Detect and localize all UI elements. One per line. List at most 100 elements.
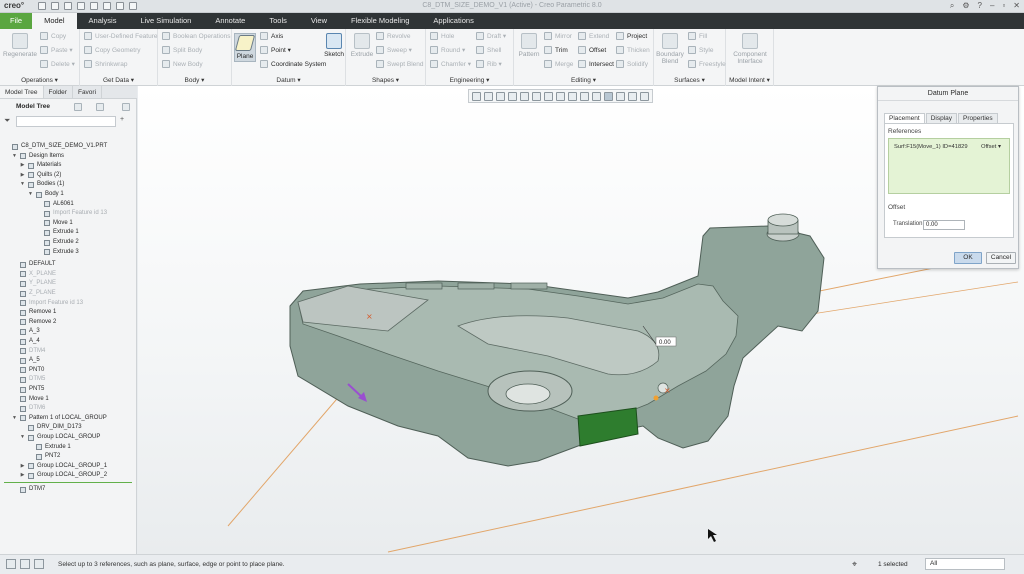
tab-folder[interactable]: Folder <box>44 86 73 98</box>
close-icon[interactable]: ✕ <box>1013 1 1020 11</box>
hole-button[interactable]: Hole <box>430 32 454 40</box>
tab-placement[interactable]: Placement <box>884 113 925 123</box>
settings-icon[interactable]: ⚙ <box>962 1 969 11</box>
center-hole[interactable] <box>505 383 551 405</box>
tree-node[interactable]: Z_PLANE <box>12 289 56 298</box>
ok-button[interactable]: OK <box>954 252 982 264</box>
project-button[interactable]: Project <box>616 32 647 40</box>
tree-node[interactable]: C8_DTM_SIZE_DEMO_V1.PRT <box>4 142 107 151</box>
tree-settings-icon[interactable] <box>74 103 82 111</box>
reference-item[interactable]: Surf:F15(Move_1) ID=41829 <box>894 144 968 150</box>
binoculars-icon[interactable]: ⌖ <box>852 559 857 570</box>
sketch-button[interactable]: Sketch <box>324 33 344 58</box>
reference-type-dropdown[interactable]: Offset ▾ <box>981 144 1001 150</box>
plane-button[interactable]: Plane <box>234 33 256 62</box>
tab-display[interactable]: Display <box>925 113 958 123</box>
draft-button[interactable]: Draft ▾ <box>476 32 506 40</box>
tab-applications[interactable]: Applications <box>421 13 485 29</box>
tree-node[interactable]: ▶ Quilts (2) <box>20 171 61 180</box>
tab-model[interactable]: Model <box>32 13 77 29</box>
tree-node[interactable]: DTM5 <box>12 375 45 384</box>
tree-node[interactable]: DTM4 <box>12 347 45 356</box>
split-body-button[interactable]: Split Body <box>162 46 202 54</box>
tree-node[interactable]: ▼ Design Items <box>12 152 64 161</box>
tree-search-input[interactable] <box>16 116 116 127</box>
engineering-group-label[interactable]: Engineering ▾ <box>426 76 513 84</box>
tree-node[interactable]: A_3 <box>12 327 40 336</box>
tab-tools[interactable]: Tools <box>257 13 299 29</box>
tree-node[interactable]: Extrude 1 <box>36 228 79 237</box>
tree-node[interactable]: Remove 2 <box>12 318 56 327</box>
tree-node[interactable]: AL6061 <box>36 200 74 209</box>
cancel-button[interactable]: Cancel <box>986 252 1016 264</box>
expand-toggle-icon[interactable]: ▼ <box>20 433 25 442</box>
tab-favorites[interactable]: Favori <box>73 86 103 98</box>
swept-blend-button[interactable]: Swept Blend <box>376 60 424 68</box>
expand-toggle-icon[interactable]: ▼ <box>28 190 33 199</box>
windows-icon[interactable] <box>116 2 124 10</box>
tree-node[interactable]: PNT0 <box>12 366 44 375</box>
tree-node[interactable]: ▼ Pattern 1 of LOCAL_GROUP <box>12 414 107 423</box>
tree-node[interactable]: DTM6 <box>12 404 45 413</box>
tree-node[interactable]: ▼ Group LOCAL_GROUP <box>20 433 100 442</box>
tree-node[interactable]: A_4 <box>12 337 40 346</box>
tree-node[interactable]: ▶ Group LOCAL_GROUP_1 <box>20 462 107 471</box>
tab-live-simulation[interactable]: Live Simulation <box>128 13 203 29</box>
add-filter-icon[interactable]: + <box>120 116 124 123</box>
tree-node[interactable]: Extrude 1 <box>28 443 71 452</box>
tree-node[interactable]: ▶ Materials <box>20 161 61 170</box>
slot-3[interactable] <box>510 282 548 290</box>
trim-button[interactable]: Trim <box>544 46 568 54</box>
delete-button[interactable]: Delete ▾ <box>40 60 75 68</box>
fill-button[interactable]: Fill <box>688 32 707 40</box>
open-icon[interactable] <box>51 2 59 10</box>
revolve-button[interactable]: Revolve <box>376 32 410 40</box>
tree-node[interactable]: Move 1 <box>36 219 73 228</box>
close-window-icon[interactable] <box>129 2 137 10</box>
tree-show-icon[interactable] <box>96 103 104 111</box>
new-icon[interactable] <box>38 2 46 10</box>
search-icon[interactable]: ⌕ <box>950 1 954 11</box>
tree-node[interactable]: Import Feature id 13 <box>36 209 107 218</box>
solidify-button[interactable]: Solidify <box>616 60 648 68</box>
expand-toggle-icon[interactable]: ▼ <box>12 414 17 423</box>
tree-node[interactable]: Extrude 3 <box>36 248 79 257</box>
extend-button[interactable]: Extend <box>578 32 609 40</box>
shapes-group-label[interactable]: Shapes ▾ <box>346 76 425 84</box>
shell-button[interactable]: Shell <box>476 46 501 54</box>
tree-node[interactable]: Y_PLANE <box>12 279 56 288</box>
regenerate-button[interactable]: Regenerate <box>3 33 37 58</box>
references-collector[interactable]: Surf:F15(Move_1) ID=41829 Offset ▾ <box>888 138 1010 194</box>
merge-button[interactable]: Merge <box>544 60 573 68</box>
regenerate-icon[interactable] <box>103 2 111 10</box>
editing-group-label[interactable]: Editing ▾ <box>514 76 653 84</box>
axis-button[interactable]: Axis <box>260 32 283 40</box>
coordinate-system-button[interactable]: Coordinate System <box>260 60 326 68</box>
maximize-icon[interactable]: ▫ <box>1002 1 1005 11</box>
help-icon[interactable]: ? <box>978 1 982 11</box>
show-navigator-icon[interactable] <box>6 559 16 569</box>
tab-model-tree[interactable]: Model Tree <box>0 86 44 98</box>
tree-node[interactable]: Extrude 2 <box>36 238 79 247</box>
new-body-button[interactable]: New Body <box>162 60 203 68</box>
slot-1[interactable] <box>405 282 443 290</box>
surfaces-group-label[interactable]: Surfaces ▾ <box>654 76 725 84</box>
get-data-group-label[interactable]: Get Data ▾ <box>80 76 157 84</box>
mirror-button[interactable]: Mirror <box>544 32 572 40</box>
freestyle-button[interactable]: Freestyle <box>688 60 726 68</box>
datum-point[interactable] <box>653 395 659 401</box>
save-icon[interactable] <box>64 2 72 10</box>
tab-flexible-modeling[interactable]: Flexible Modeling <box>339 13 421 29</box>
chamfer-button[interactable]: Chamfer ▾ <box>430 60 471 68</box>
translation-input[interactable]: 0.00 <box>923 220 965 230</box>
sweep-button[interactable]: Sweep ▾ <box>376 46 412 54</box>
full-screen-icon[interactable] <box>34 559 44 569</box>
tree-node[interactable]: DTM7 <box>12 485 45 494</box>
tab-analysis[interactable]: Analysis <box>77 13 129 29</box>
boundary-blend-button[interactable]: Boundary Blend <box>656 33 684 65</box>
tree-node[interactable]: A_5 <box>12 356 40 365</box>
style-button[interactable]: Style <box>688 46 713 54</box>
expand-toggle-icon[interactable]: ▼ <box>12 152 17 161</box>
rib-button[interactable]: Rib ▾ <box>476 60 502 68</box>
expand-toggle-icon[interactable]: ▼ <box>20 180 25 189</box>
